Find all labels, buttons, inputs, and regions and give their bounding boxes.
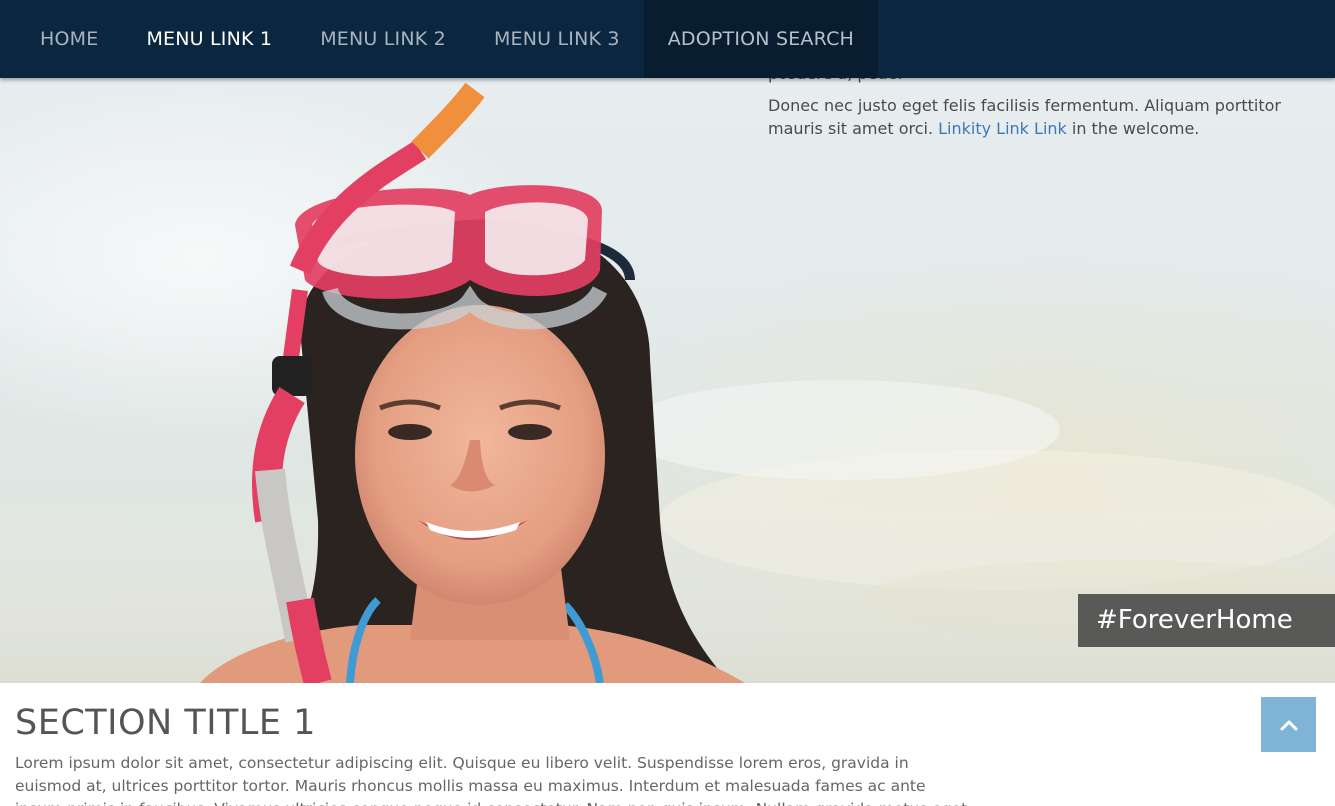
hashtag-banner: #ForeverHome <box>1078 594 1335 647</box>
nav-menu-link-2[interactable]: MENU LINK 2 <box>296 0 470 78</box>
section-title: SECTION TITLE 1 <box>15 703 316 743</box>
main-navigation: HOME MENU LINK 1 MENU LINK 2 MENU LINK 3… <box>0 0 1335 78</box>
nav-menu-link-1[interactable]: MENU LINK 1 <box>122 0 296 78</box>
content-section: SECTION TITLE 1 Lorem ipsum dolor sit am… <box>0 683 1335 806</box>
page: posuere a, pede. Donec nec justo eget fe… <box>0 0 1335 806</box>
back-to-top-button[interactable] <box>1261 697 1316 752</box>
section-body: Lorem ipsum dolor sit amet, consectetur … <box>15 754 967 806</box>
chevron-up-icon <box>1280 720 1297 730</box>
hero-banner: posuere a, pede. Donec nec justo eget fe… <box>0 0 1335 683</box>
nav-menu-link-3[interactable]: MENU LINK 3 <box>470 0 644 78</box>
welcome-paragraph-2: Donec nec justo eget felis facilisis fer… <box>768 94 1288 140</box>
nav-adoption-search[interactable]: ADOPTION SEARCH <box>643 0 879 78</box>
welcome-paragraph-2-end: in the welcome. <box>1066 119 1200 138</box>
nav-home[interactable]: HOME <box>16 0 122 78</box>
welcome-link[interactable]: Linkity Link Link <box>938 119 1067 138</box>
